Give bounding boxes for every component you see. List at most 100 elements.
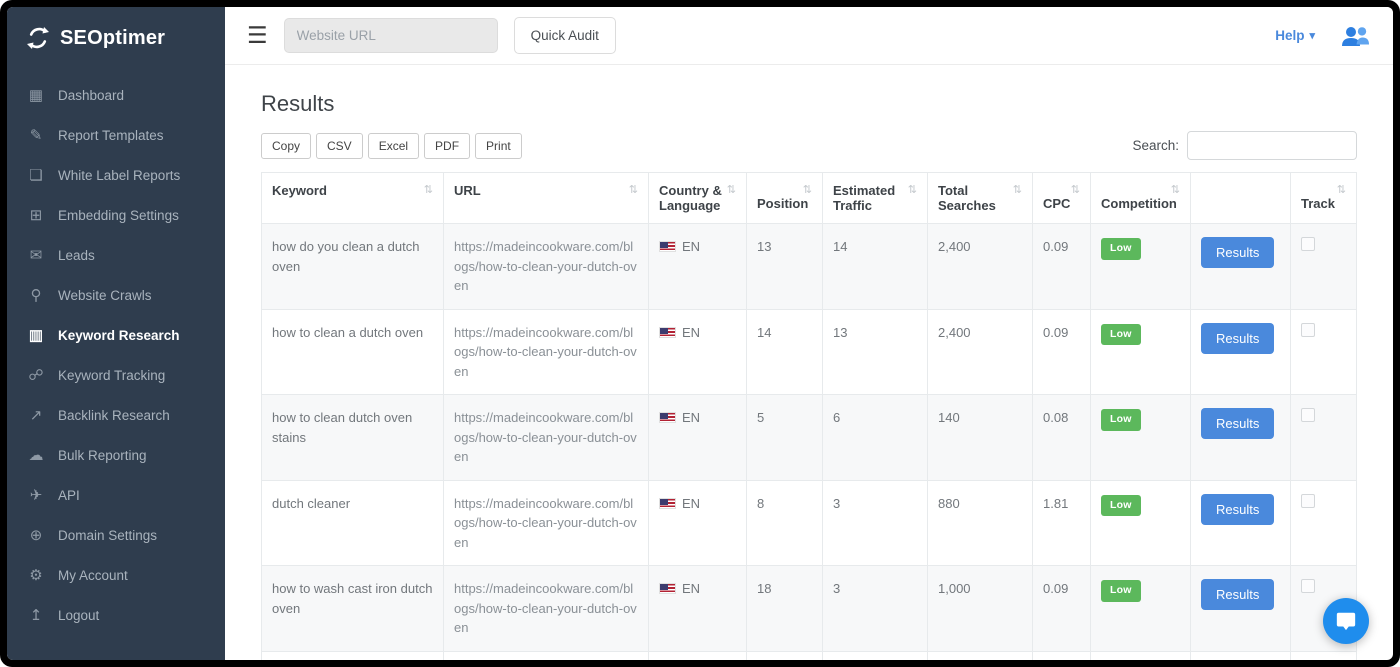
mail-icon: ✉ (27, 246, 45, 264)
cell-competition: Medium (1091, 651, 1191, 660)
column-header-estimated-traffic[interactable]: ⇅Estimated Traffic (823, 173, 928, 224)
topbar: ☰ Quick Audit Help ▾ (225, 7, 1393, 65)
sidebar-item-keyword-tracking[interactable]: ☍Keyword Tracking (7, 355, 225, 395)
pdf-export-button[interactable]: PDF (424, 133, 470, 159)
cell-estimated-traffic: 14 (823, 224, 928, 310)
sidebar-item-label: Keyword Research (58, 328, 180, 343)
us-flag-icon (659, 583, 676, 594)
column-header-label: URL (454, 183, 481, 198)
sort-icon: ⇅ (727, 183, 736, 196)
cell-url: https://madeincookware.com/blogs/how-to-… (444, 566, 649, 652)
sidebar-item-label: Bulk Reporting (58, 448, 147, 463)
sidebar-item-label: Leads (58, 248, 95, 263)
column-header-total-searches[interactable]: ⇅Total Searches (928, 173, 1033, 224)
results-button[interactable]: Results (1201, 579, 1274, 610)
copy-export-button[interactable]: Copy (261, 133, 311, 159)
menu-toggle-icon[interactable]: ☰ (247, 24, 268, 47)
search-wrap: Search: (1132, 131, 1357, 160)
cell-url: https://madeincookware.com/blogs/how-to-… (444, 224, 649, 310)
cell-country-language: EN (649, 566, 747, 652)
track-checkbox[interactable] (1301, 494, 1315, 508)
column-header-track[interactable]: ⇅Track (1291, 173, 1357, 224)
main-content: Results CopyCSVExcelPDFPrint Search: ⇅Ke… (225, 65, 1393, 660)
cell-action: Results (1191, 395, 1291, 481)
cell-cpc: 0.08 (1033, 395, 1091, 481)
column-header-url[interactable]: ⇅URL (444, 173, 649, 224)
sidebar: SEOptimer ▦Dashboard✎Report Templates ❏ Wh… (7, 7, 225, 660)
cell-keyword: how to clean dutch oven stains (262, 395, 444, 481)
csv-export-button[interactable]: CSV (316, 133, 363, 159)
cell-cpc: 0.09 (1033, 309, 1091, 395)
track-checkbox[interactable] (1301, 579, 1315, 593)
column-header-position[interactable]: ⇅Position (747, 173, 823, 224)
sidebar-item-embedding-settings[interactable]: ⊞Embedding Settings (7, 195, 225, 235)
sidebar-item-label: Backlink Research (58, 408, 170, 423)
sidebar-item-label: Keyword Tracking (58, 368, 165, 383)
chat-launcher-button[interactable] (1323, 598, 1369, 644)
sort-icon: ⇅ (908, 183, 917, 196)
results-button[interactable]: Results (1201, 408, 1274, 439)
help-label: Help (1275, 28, 1304, 43)
cell-position: 5 (747, 395, 823, 481)
sidebar-item-logout[interactable]: ↥Logout (7, 595, 225, 635)
print-export-button[interactable]: Print (475, 133, 522, 159)
track-checkbox[interactable] (1301, 237, 1315, 251)
external-link-icon: ↗ (27, 406, 45, 424)
cell-track (1291, 224, 1357, 310)
sidebar-item-leads[interactable]: ✉ Leads (7, 235, 225, 275)
column-header-country-language[interactable]: ⇅Country & Language (649, 173, 747, 224)
cell-action: Results (1191, 566, 1291, 652)
results-button[interactable]: Results (1201, 323, 1274, 354)
cell-action: Results (1191, 224, 1291, 310)
results-button[interactable]: Results (1201, 237, 1274, 268)
column-header-competition[interactable]: ⇅Competition (1091, 173, 1191, 224)
website-url-input[interactable] (284, 18, 498, 53)
track-checkbox[interactable] (1301, 408, 1315, 422)
sidebar-item-dashboard[interactable]: ▦Dashboard (7, 75, 225, 115)
sidebar-item-keyword-research[interactable]: ▥Keyword Research (7, 315, 225, 355)
app-logo[interactable]: SEOptimer (7, 7, 225, 69)
page-title: Results (261, 91, 1357, 117)
help-menu[interactable]: Help ▾ (1275, 28, 1315, 43)
results-button[interactable]: Results (1201, 494, 1274, 525)
cell-track (1291, 651, 1357, 660)
sidebar-item-website-crawls[interactable]: ⚲Website Crawls (7, 275, 225, 315)
sidebar-item-label: White Label Reports (58, 168, 180, 183)
cell-position: 8 (747, 480, 823, 566)
results-search-input[interactable] (1187, 131, 1357, 160)
cell-total-searches: 140 (928, 395, 1033, 481)
us-flag-icon (659, 412, 676, 423)
column-header-label: Keyword (272, 183, 327, 198)
screenshot-frame: SEOptimer ▦Dashboard✎Report Templates ❏ Wh… (0, 0, 1400, 667)
table-header-row: ⇅Keyword⇅URL⇅Country & Language⇅Position… (262, 173, 1357, 224)
column-header-cpc[interactable]: ⇅CPC (1033, 173, 1091, 224)
sidebar-item-white-label-reports[interactable]: ❏ White Label Reports (7, 155, 225, 195)
users-icon[interactable] (1339, 25, 1371, 47)
cell-cpc: 0.09 (1033, 566, 1091, 652)
language-code: EN (682, 323, 700, 343)
cell-competition: Low (1091, 480, 1191, 566)
sidebar-item-bulk-reporting[interactable]: ☁ Bulk Reporting (7, 435, 225, 475)
sidebar-item-domain-settings[interactable]: ⊕Domain Settings (7, 515, 225, 555)
sidebar-item-my-account[interactable]: ⚙My Account (7, 555, 225, 595)
sidebar-nav: ▦Dashboard✎Report Templates ❏ White Label … (7, 69, 225, 635)
cell-country-language: EN (649, 395, 747, 481)
sidebar-item-backlink-research[interactable]: ↗ Backlink Research (7, 395, 225, 435)
cloud-icon: ☁ (27, 446, 45, 464)
results-table: ⇅Keyword⇅URL⇅Country & Language⇅Position… (261, 172, 1357, 660)
track-checkbox[interactable] (1301, 323, 1315, 337)
language-code: EN (682, 579, 700, 599)
cell-keyword: how do you clean a dutch oven (262, 224, 444, 310)
language-code: EN (682, 237, 700, 257)
sidebar-item-api[interactable]: ✈API (7, 475, 225, 515)
cell-cpc: 0.22 (1033, 651, 1091, 660)
excel-export-button[interactable]: Excel (368, 133, 419, 159)
language-code: EN (682, 494, 700, 514)
sidebar-item-label: Embedding Settings (58, 208, 179, 223)
sidebar-item-report-templates[interactable]: ✎Report Templates (7, 115, 225, 155)
quick-audit-button[interactable]: Quick Audit (514, 17, 616, 54)
sort-icon: ⇅ (1337, 183, 1346, 196)
pages-icon: ❏ (27, 166, 45, 184)
competition-badge: Low (1101, 580, 1141, 602)
column-header-keyword[interactable]: ⇅Keyword (262, 173, 444, 224)
